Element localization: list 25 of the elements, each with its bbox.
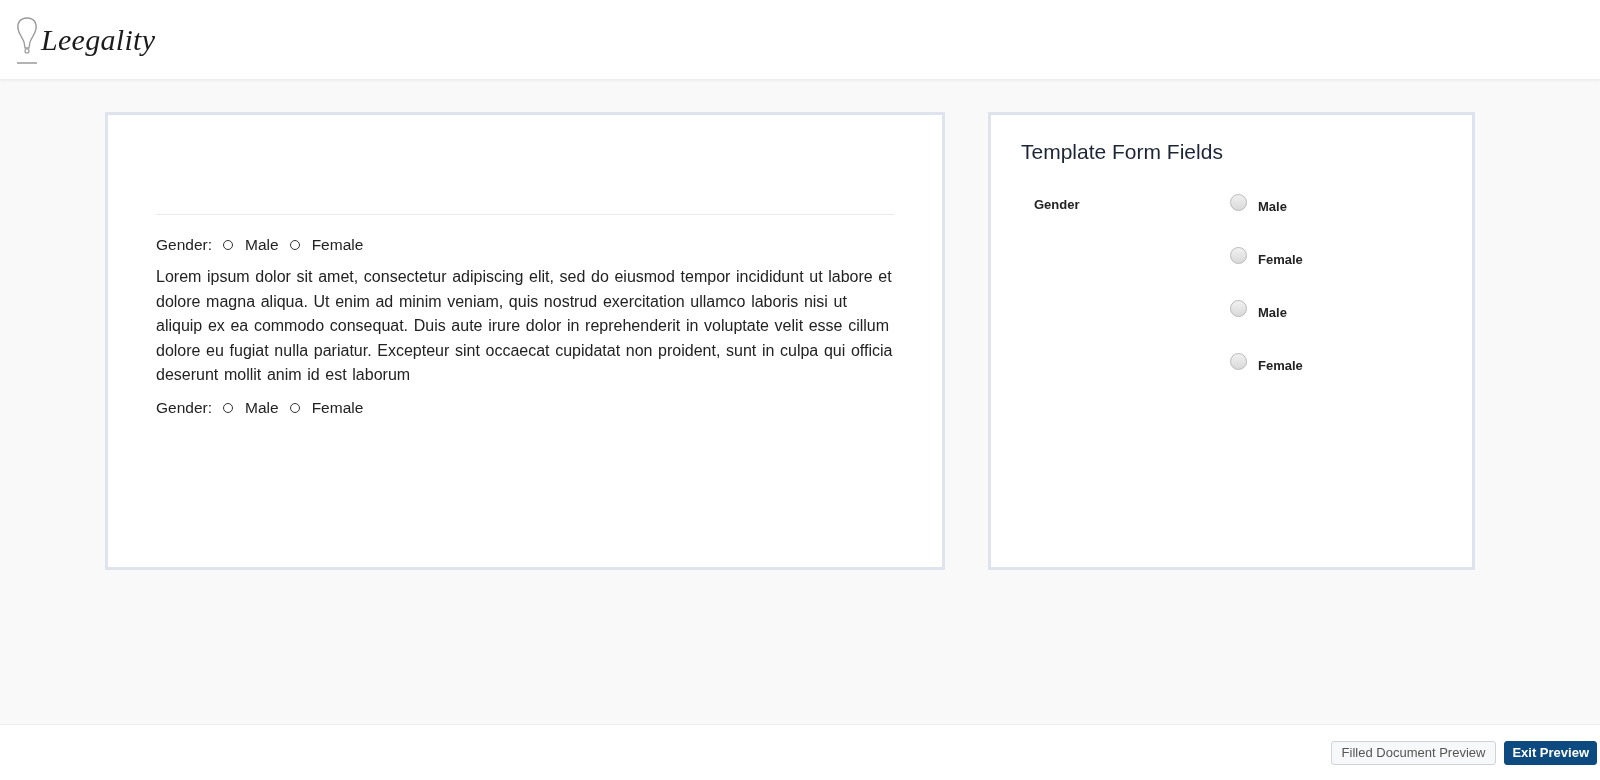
- logo-text: Leegality: [41, 22, 156, 57]
- radio-button[interactable]: [1230, 353, 1247, 370]
- option-label: Female: [1258, 358, 1303, 374]
- option-label: Female: [311, 398, 364, 417]
- preview-button[interactable]: Filled Document Preview: [1330, 740, 1497, 765]
- radio-button[interactable]: [289, 402, 300, 413]
- option-label: Male: [1258, 305, 1287, 321]
- radio-button[interactable]: [289, 240, 300, 250]
- lightbulb-icon: [15, 14, 39, 65]
- exit-preview-button[interactable]: Exit Preview: [1504, 740, 1597, 765]
- option-label: Female: [1258, 252, 1303, 268]
- radio-button[interactable]: [223, 240, 233, 250]
- field-label: Gender:: [156, 236, 212, 254]
- radio-button[interactable]: [223, 402, 233, 413]
- option-label: Male: [245, 398, 279, 417]
- option-label: Male: [1258, 199, 1287, 215]
- radio-button[interactable]: [1230, 194, 1247, 211]
- field-label: Gender: [1034, 197, 1080, 213]
- field-label: Gender:: [156, 398, 212, 417]
- panel-title: Template Form Fields: [1021, 140, 1224, 164]
- body-paragraph: Lorem ipsum dolor sit amet, consectetur adipiscing elit, sed do eiusmod tempor incididunt ut labore et dolore magna aliqua. Ut enim ad minim veniam, quis nostrud exercitation ullamco laboris nisi ut aliquip ex ea commodo consequat. Duis aute irure dolor in reprehenderit in voluptate velit esse cillum dolore eu fugiat nulla pariatur. Excepteur sint occaecat cupidatat non proident, sunt in culpa qui officia deserunt mollit anim id est laborum: [156, 267, 894, 385]
- option-label: Male: [245, 236, 279, 254]
- option-label: Female: [311, 236, 364, 254]
- radio-button[interactable]: [1230, 300, 1247, 317]
- radio-button[interactable]: [1230, 247, 1247, 264]
